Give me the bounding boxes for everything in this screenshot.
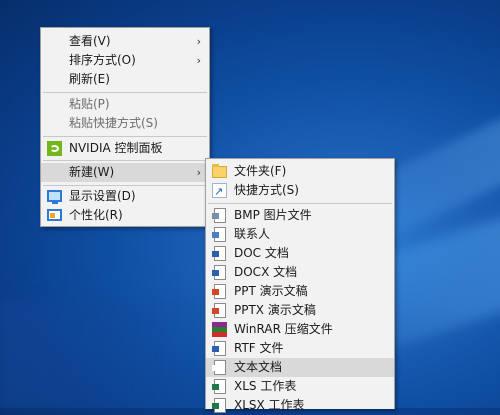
menu-item-label: 显示设置(D) [69, 189, 136, 203]
rtf-file-icon [212, 341, 226, 356]
menu-item-label: 刷新(E) [69, 72, 110, 86]
shortcut-icon [212, 182, 227, 201]
submenu-item-ppt[interactable]: PPT 演示文稿 [206, 282, 394, 301]
bmp-file-icon [212, 208, 226, 223]
chevron-right-icon: › [196, 54, 201, 67]
menu-item-label: PPTX 演示文稿 [234, 303, 316, 317]
menu-separator [43, 185, 207, 186]
menu-item-label: XLSX 工作表 [234, 398, 305, 412]
menu-item-personalize[interactable]: 个性化(R) [41, 206, 209, 225]
menu-item-label: 个性化(R) [69, 208, 123, 222]
menu-item-label: XLS 工作表 [234, 379, 297, 393]
pptx-file-icon [212, 303, 226, 318]
menu-item-label: PPT 演示文稿 [234, 284, 308, 298]
menu-item-refresh[interactable]: 刷新(E) [41, 70, 209, 89]
new-submenu: 文件夹(F) 快捷方式(S) BMP 图片文件 联系人 DOC 文档 DOCX … [205, 158, 395, 413]
chevron-right-icon: › [196, 35, 201, 48]
menu-item-label: WinRAR 压缩文件 [234, 322, 333, 336]
submenu-item-shortcut[interactable]: 快捷方式(S) [206, 181, 394, 201]
chevron-right-icon: › [196, 166, 201, 179]
submenu-item-rtf[interactable]: RTF 文件 [206, 339, 394, 358]
nvidia-icon [47, 141, 62, 156]
menu-item-label: 新建(W) [69, 165, 115, 179]
docx-file-icon [212, 265, 226, 280]
menu-item-display-settings[interactable]: 显示设置(D) [41, 187, 209, 206]
menu-item-label: 查看(V) [69, 34, 111, 48]
menu-item-label: 粘贴快捷方式(S) [69, 116, 158, 130]
menu-item-new[interactable]: 新建(W) › [41, 163, 209, 182]
menu-item-label: 粘贴(P) [69, 97, 110, 111]
menu-item-label: 文本文档 [234, 360, 283, 374]
menu-separator [43, 136, 207, 137]
menu-item-paste: 粘贴(P) [41, 95, 209, 114]
personalize-icon [47, 209, 62, 221]
folder-icon [212, 164, 227, 178]
menu-item-label: DOCX 文档 [234, 265, 298, 279]
ppt-file-icon [212, 284, 226, 299]
wallpaper-shadow [0, 300, 220, 410]
submenu-item-contact[interactable]: 联系人 [206, 225, 394, 244]
submenu-item-xls[interactable]: XLS 工作表 [206, 377, 394, 396]
menu-item-sort-by[interactable]: 排序方式(O) › [41, 51, 209, 70]
menu-item-view[interactable]: 查看(V) › [41, 32, 209, 51]
menu-item-label: 排序方式(O) [69, 53, 136, 67]
menu-item-nvidia-control-panel[interactable]: NVIDIA 控制面板 [41, 139, 209, 158]
menu-item-label: RTF 文件 [234, 341, 284, 355]
display-icon [47, 190, 62, 204]
contact-icon [212, 227, 226, 242]
desktop-context-menu: 查看(V) › 排序方式(O) › 刷新(E) 粘贴(P) 粘贴快捷方式(S) … [40, 27, 210, 227]
menu-item-label: BMP 图片文件 [234, 208, 312, 222]
xls-file-icon [212, 379, 226, 394]
xlsx-file-icon [212, 398, 226, 413]
menu-item-label: 文件夹(F) [234, 164, 287, 178]
menu-item-paste-shortcut: 粘贴快捷方式(S) [41, 114, 209, 133]
winrar-icon [212, 322, 227, 337]
menu-item-label: DOC 文档 [234, 246, 289, 260]
submenu-item-doc[interactable]: DOC 文档 [206, 244, 394, 263]
menu-separator [208, 203, 392, 204]
submenu-item-folder[interactable]: 文件夹(F) [206, 162, 394, 181]
menu-item-label: 快捷方式(S) [234, 183, 299, 197]
submenu-item-pptx[interactable]: PPTX 演示文稿 [206, 301, 394, 320]
menu-separator [43, 92, 207, 93]
submenu-item-text-document[interactable]: 文本文档 [206, 358, 394, 377]
text-file-icon [212, 360, 226, 375]
menu-item-label: 联系人 [234, 227, 271, 241]
submenu-item-winrar[interactable]: WinRAR 压缩文件 [206, 320, 394, 339]
doc-file-icon [212, 246, 226, 261]
menu-item-label: NVIDIA 控制面板 [69, 141, 163, 155]
menu-separator [43, 160, 207, 161]
submenu-item-bmp[interactable]: BMP 图片文件 [206, 206, 394, 225]
submenu-item-xlsx[interactable]: XLSX 工作表 [206, 396, 394, 415]
submenu-item-docx[interactable]: DOCX 文档 [206, 263, 394, 282]
